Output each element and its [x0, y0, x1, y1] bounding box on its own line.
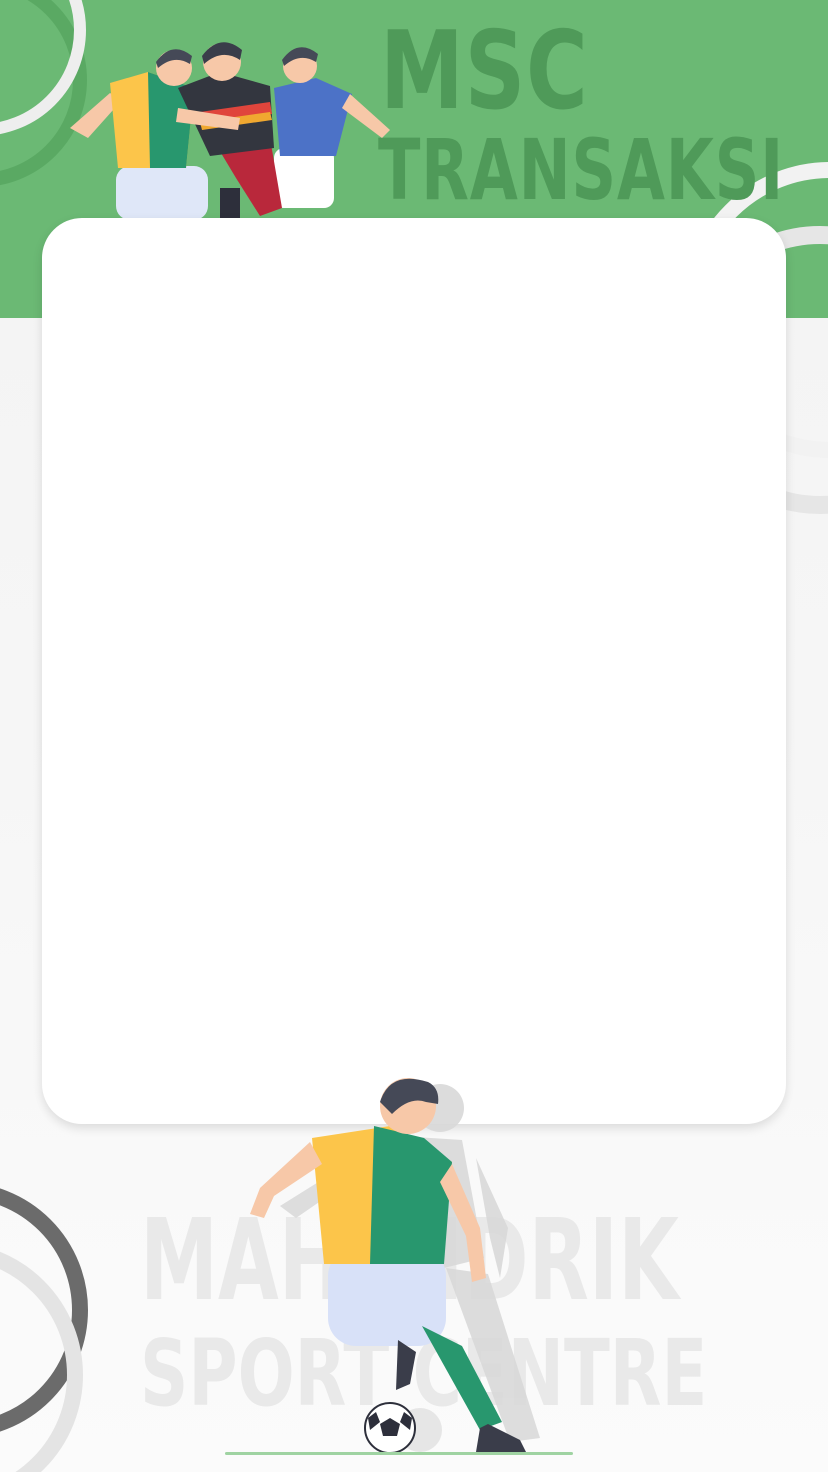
football-players-group-icon [70, 42, 390, 220]
ground-line [225, 1452, 573, 1455]
footballer-kicking-ball-icon [250, 1078, 540, 1454]
header-title-line1: MSC [380, 9, 589, 134]
content-card [42, 218, 786, 1124]
header-title-line2: TRANSAKSI [378, 121, 785, 219]
